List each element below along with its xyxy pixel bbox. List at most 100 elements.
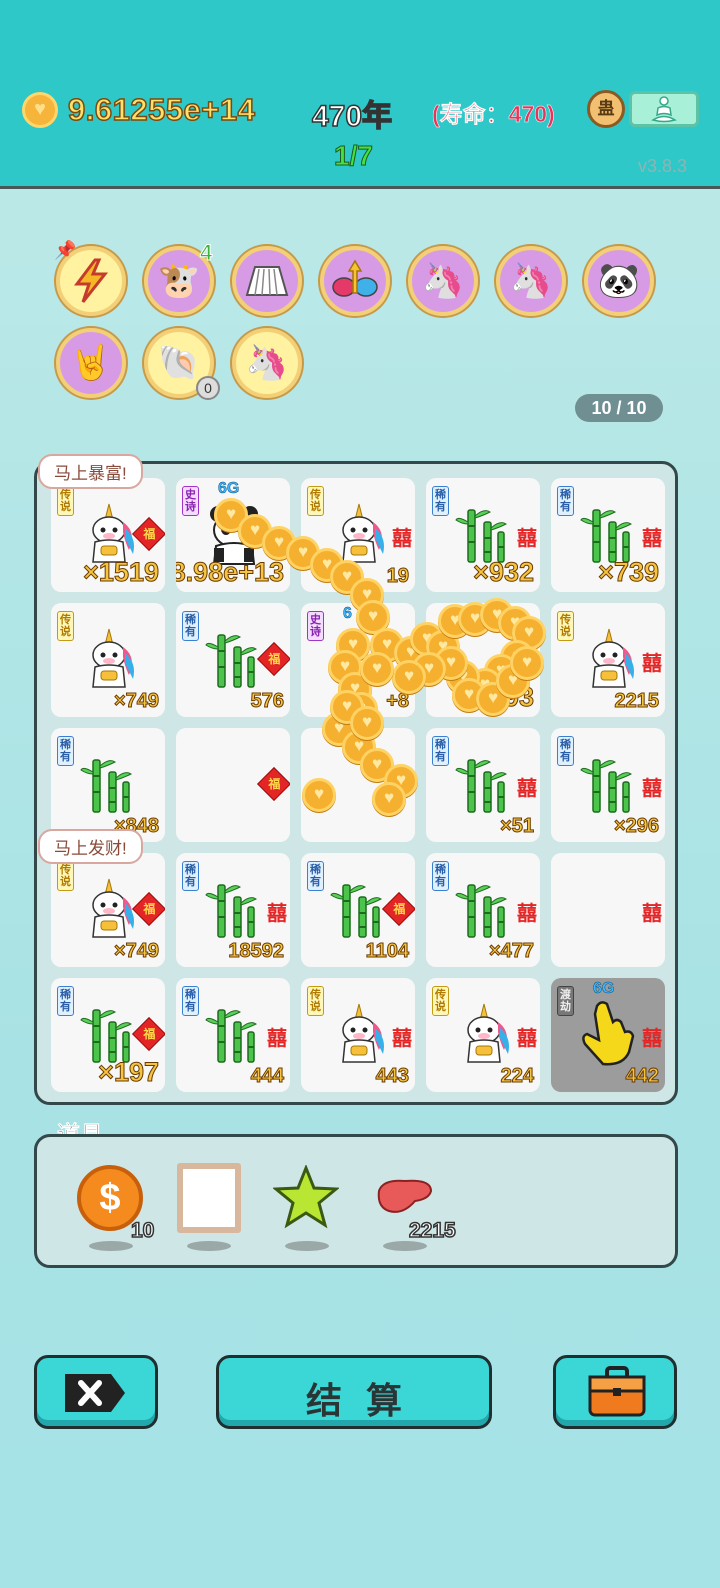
inventory-button[interactable] [553,1355,677,1429]
grade-tag: 6 [343,605,352,623]
rarity-tag: 传说 [307,486,324,516]
board-cell[interactable]: 稀有囍 18592 [176,853,290,967]
cell-value: ×296 [613,815,659,838]
twin-cows-count: 4 [199,240,213,266]
rarity-tag: 传说 [432,986,449,1016]
board-cell[interactable]: 传说囍 224 [426,978,540,1092]
cell-value: ×932 [473,557,535,588]
money-amount: 9.61255e+14 [67,91,256,128]
bamboo-icon [454,877,514,941]
board-cell[interactable]: 稀有囍 ×296 [551,728,665,842]
skirt-buff-icon[interactable] [232,246,302,316]
board-cell[interactable]: 稀有囍 ×477 [426,853,540,967]
prop-shadow [285,1241,329,1251]
cell-value: 442 [625,1065,659,1088]
double-happiness-icon: 囍 [642,778,662,800]
prop-shadow [383,1241,427,1251]
heart-coin-icon [22,92,58,128]
rarity-tag: 稀有 [182,986,199,1016]
panda-buff-icon[interactable]: 🐼 [584,246,654,316]
bamboo-icon [204,877,264,941]
flying-coin-icon [510,646,544,680]
board-cell[interactable]: 稀有福 ×197 [51,978,165,1092]
rarity-tag: 传说 [307,986,324,1016]
board-cell[interactable]: 稀有囍 444 [176,978,290,1092]
settle-button-label: 结算 [305,1380,426,1421]
gu-token-button[interactable]: 蛊 [587,90,625,128]
upgrade-bowls-buff-icon[interactable] [320,246,390,316]
board-cell[interactable]: 传说囍 443 [301,978,415,1092]
rarity-tag: 稀有 [182,611,199,641]
pointing-hand-icon [573,1000,635,1066]
year-counter: 470年 [311,99,393,134]
settle-button[interactable]: 结算 [216,1355,492,1429]
flying-coin-icon [350,706,384,740]
meditate-icon [651,96,677,123]
rock-hand-buff-icon[interactable]: 🤘 [56,328,126,398]
unicorn-buff-icon[interactable]: 🦄 [408,246,478,316]
frame-prop-icon[interactable] [177,1163,241,1233]
unicorn-arrow-buff-icon[interactable]: 🦄 [496,246,566,316]
cell-value: 19 [386,565,409,588]
coin-prop-count: 10 [130,1218,155,1243]
cell-value: 224 [500,1065,534,1088]
fu-charm-icon: 福 [257,767,290,801]
grade-tag: 6G [593,980,615,998]
cell-value: 1104 [365,940,409,963]
cell-value: 2215 [614,690,659,713]
board-cell[interactable]: 稀有 ×848 [51,728,165,842]
game-board: 传说福 ×1519 史诗 6G 8.98e+13 传说囍 19 稀有囍 ×932 稀有囍 ×739 传… [34,461,678,1105]
board-cell[interactable]: 稀有囍 ×932 [426,478,540,592]
bamboo-icon [454,752,514,816]
meditate-button[interactable] [629,91,699,127]
stage-progress: 1/7 [334,140,374,172]
unicorn-icon [579,627,639,691]
rarity-tag: 稀有 [557,486,574,516]
board-cell[interactable]: 稀有囍 ×739 [551,478,665,592]
double-happiness-icon: 囍 [642,903,662,925]
unicorn-heart-buff-icon[interactable]: 🦄 [232,328,302,398]
version-label: v3.8.3 [638,156,688,176]
prop-shadow [89,1241,133,1251]
flying-coin-icon [360,652,394,686]
board-cell[interactable]: 传说囍 2215 [551,603,665,717]
board-cell[interactable]: 传说福 ×1519 [51,478,165,592]
board-cell[interactable]: 稀有福 576 [176,603,290,717]
double-happiness-icon: 囍 [642,653,662,675]
rarity-tag: 渡劫 [557,986,574,1016]
rarity-tag: 稀有 [182,861,199,891]
board-cell[interactable]: 福 [176,728,290,842]
double-happiness-icon: 囍 [392,1028,412,1050]
board-cell[interactable]: 传说福 ×749 [51,853,165,967]
pin-icon: 📌 [54,240,77,260]
bamboo-icon [329,877,389,941]
bamboo-icon [579,752,639,816]
cell-value: ×477 [488,940,534,963]
speech-bubble-rich: 马上暴富! [38,454,143,489]
close-icon [65,1374,125,1412]
liver-prop-count: 2215 [408,1218,456,1243]
exit-button[interactable] [34,1355,158,1429]
double-happiness-icon: 囍 [392,528,412,550]
flying-coin-icon [302,778,336,812]
board-cell[interactable]: 稀有囍 ×51 [426,728,540,842]
cell-value: 8.98e+13 [176,557,285,588]
board-cell[interactable]: 囍 [551,853,665,967]
board-cell[interactable]: 渡劫 6G 囍 442 [551,978,665,1092]
double-happiness-icon: 囍 [517,1028,537,1050]
board-cell[interactable]: 稀有福 1104 [301,853,415,967]
double-happiness-icon: 囍 [517,528,537,550]
board-capacity: 10 / 10 [575,394,663,422]
cell-value: ×739 [598,557,660,588]
rarity-tag: 稀有 [307,861,324,891]
star-prop-icon[interactable] [272,1163,340,1234]
board-cell[interactable]: 传说 ×749 [51,603,165,717]
bamboo-icon [204,1002,264,1066]
briefcase-icon [588,1366,646,1417]
rarity-tag: 稀有 [432,736,449,766]
lifespan-label: (寿命：470) [432,101,555,128]
double-happiness-icon: 囍 [267,903,287,925]
cell-value: ×1519 [83,557,160,588]
double-happiness-icon: 囍 [642,1028,662,1050]
liver-prop-icon[interactable] [375,1177,435,1222]
